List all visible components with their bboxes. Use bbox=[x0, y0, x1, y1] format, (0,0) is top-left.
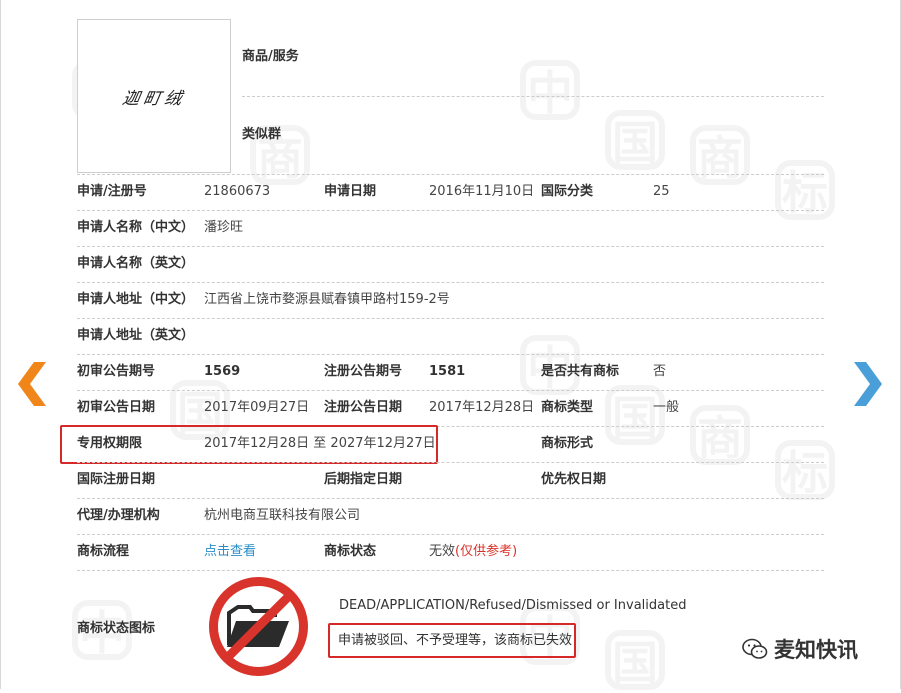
watermark-char: 商 bbox=[690, 125, 750, 185]
process-label: 商标流程 bbox=[77, 544, 130, 559]
address-cn-value: 江西省上饶市婺源县赋春镇甲路村159-2号 bbox=[204, 292, 450, 307]
row-divider bbox=[77, 210, 824, 211]
goods-services-label: 商品/服务 bbox=[242, 49, 299, 64]
prelim-no-value: 1569 bbox=[204, 364, 241, 379]
prev-arrow-icon[interactable] bbox=[18, 362, 48, 406]
row-divider bbox=[77, 462, 824, 463]
row-divider bbox=[77, 174, 824, 175]
agent-label: 代理/办理机构 bbox=[77, 508, 160, 523]
trademark-image: 迦町绒 bbox=[77, 19, 231, 173]
status-icon-label: 商标状态图标 bbox=[77, 621, 156, 636]
wechat-brand-watermark: 麦知快讯 bbox=[742, 634, 858, 664]
shared-value: 否 bbox=[653, 364, 667, 379]
row-divider bbox=[77, 282, 824, 283]
reg-pub-date-value: 2017年12月28日 bbox=[429, 400, 535, 415]
watermark-char: 标 bbox=[775, 440, 835, 500]
prelim-date-label: 初审公告日期 bbox=[77, 400, 156, 415]
row-divider bbox=[77, 246, 824, 247]
address-cn-label: 申请人地址（中文） bbox=[77, 292, 195, 307]
watermark-char: 中 bbox=[520, 60, 580, 120]
address-en-label: 申请人地址（英文） bbox=[77, 328, 195, 343]
trademark-logo-text: 迦町绒 bbox=[120, 88, 187, 109]
watermark-char: 标 bbox=[775, 160, 835, 220]
reg-pub-date-label: 注册公告日期 bbox=[324, 400, 403, 415]
status-en-text: DEAD/APPLICATION/Refused/Dismissed or In… bbox=[339, 598, 687, 613]
watermark-char: 商 bbox=[690, 405, 750, 465]
row-divider bbox=[77, 570, 824, 571]
watermark-char: 国 bbox=[605, 630, 665, 690]
prelim-no-label: 初审公告期号 bbox=[77, 364, 156, 379]
applicant-en-label: 申请人名称（英文） bbox=[77, 256, 195, 271]
exclusive-period-label: 专用权期限 bbox=[77, 436, 143, 451]
reg-no-label: 申请/注册号 bbox=[77, 184, 147, 199]
wechat-brand-name: 麦知快讯 bbox=[774, 638, 858, 662]
applicant-cn-label: 申请人名称（中文） bbox=[77, 220, 195, 235]
later-date-label: 后期指定日期 bbox=[324, 472, 403, 487]
row-divider bbox=[242, 96, 824, 97]
priority-date-label: 优先权日期 bbox=[541, 472, 607, 487]
reg-pub-no-value: 1581 bbox=[429, 364, 466, 379]
reg-no-value: 21860673 bbox=[204, 184, 271, 199]
intl-class-label: 国际分类 bbox=[541, 184, 594, 199]
intl-reg-date-label: 国际注册日期 bbox=[77, 472, 156, 487]
exclusive-period-value: 2017年12月28日 至 2027年12月27日 bbox=[204, 436, 436, 451]
wechat-icon bbox=[742, 638, 768, 659]
row-divider bbox=[77, 390, 824, 391]
next-arrow-icon[interactable] bbox=[852, 362, 882, 406]
tm-form-label: 商标形式 bbox=[541, 436, 594, 451]
status-text: 无效 bbox=[429, 544, 456, 559]
reg-pub-no-label: 注册公告期号 bbox=[324, 364, 403, 379]
status-cn-text: 申请被驳回、不予受理等，该商标已失效 bbox=[338, 633, 573, 648]
app-date-value: 2016年11月10日 bbox=[429, 184, 535, 199]
status-value: 无效(仅供参考) bbox=[429, 544, 517, 560]
row-divider bbox=[77, 498, 824, 499]
app-date-label: 申请日期 bbox=[324, 184, 377, 199]
row-divider bbox=[77, 318, 824, 319]
prelim-date-value: 2017年09月27日 bbox=[204, 400, 310, 415]
agent-value: 杭州电商互联科技有限公司 bbox=[204, 508, 361, 523]
folder-prohibited-icon bbox=[209, 577, 308, 676]
status-note: (仅供参考) bbox=[455, 544, 518, 559]
shared-label: 是否共有商标 bbox=[541, 364, 620, 379]
row-divider bbox=[77, 354, 824, 355]
applicant-cn-value: 潘珍旺 bbox=[204, 220, 244, 235]
page-border-left bbox=[0, 0, 1, 689]
watermark-char: 国 bbox=[605, 110, 665, 170]
row-divider bbox=[77, 534, 824, 535]
similar-group-label: 类似群 bbox=[242, 127, 282, 142]
intl-class-value: 25 bbox=[653, 184, 670, 199]
tm-type-label: 商标类型 bbox=[541, 400, 594, 415]
tm-type-value: 一般 bbox=[653, 400, 680, 415]
status-label: 商标状态 bbox=[324, 544, 377, 559]
view-process-link[interactable]: 点击查看 bbox=[204, 544, 256, 560]
